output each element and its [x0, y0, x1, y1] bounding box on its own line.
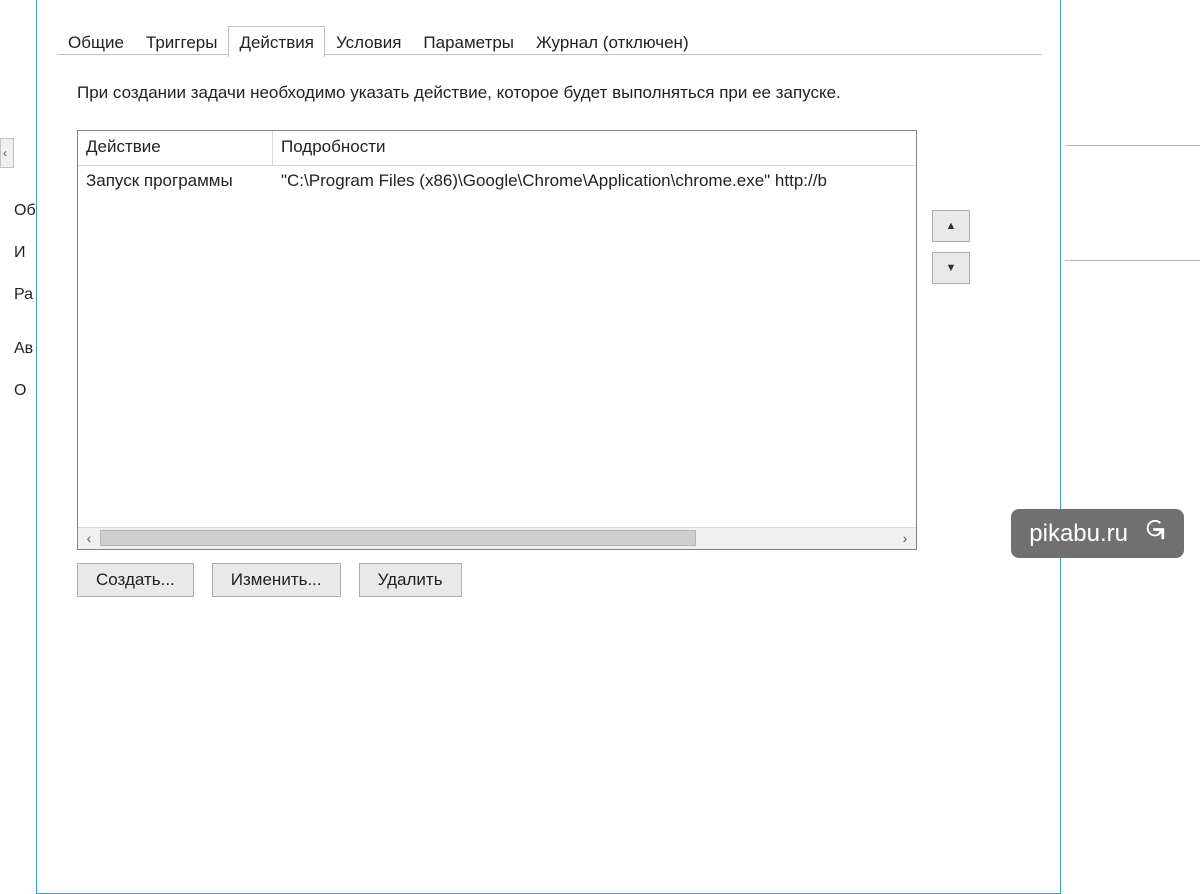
tab-general[interactable]: Общие	[57, 27, 135, 57]
tab-triggers[interactable]: Триггеры	[135, 27, 229, 57]
scroll-thumb[interactable]	[100, 530, 696, 546]
reorder-buttons: ▲ ▼	[932, 210, 972, 284]
actions-listbox[interactable]: Действие Подробности Запуск программы "C…	[77, 130, 917, 550]
cell-action: Запуск программы	[78, 166, 273, 198]
scroll-track[interactable]	[100, 528, 894, 550]
column-header-details[interactable]: Подробности	[273, 131, 916, 166]
action-buttons: Создать... Изменить... Удалить	[77, 563, 462, 597]
bg-divider	[1065, 260, 1200, 262]
tab-settings[interactable]: Параметры	[412, 27, 525, 57]
edit-button[interactable]: Изменить...	[212, 563, 341, 597]
move-up-button[interactable]: ▲	[932, 210, 970, 242]
bg-label: Об	[14, 190, 38, 232]
bg-label: Ра	[14, 274, 38, 316]
bg-scroll-left-icon[interactable]: ‹	[0, 138, 14, 168]
table-row[interactable]: Запуск программы "C:\Program Files (x86)…	[78, 166, 916, 198]
tab-strip: Общие Триггеры Действия Условия Параметр…	[57, 23, 700, 56]
actions-description: При создании задачи необходимо указать д…	[77, 83, 841, 103]
scroll-left-icon[interactable]: ‹	[78, 528, 100, 550]
move-down-button[interactable]: ▼	[932, 252, 970, 284]
tab-underline	[57, 54, 1042, 55]
horizontal-scrollbar[interactable]: ‹ ›	[78, 527, 916, 549]
tab-actions[interactable]: Действия	[228, 26, 324, 57]
bg-divider	[1065, 145, 1200, 147]
watermark-text: pikabu.ru	[1029, 520, 1128, 548]
list-header: Действие Подробности	[78, 131, 916, 166]
column-header-action[interactable]: Действие	[78, 131, 273, 166]
scroll-right-icon[interactable]: ›	[894, 528, 916, 550]
bg-label: Ав	[14, 328, 38, 370]
create-button[interactable]: Создать...	[77, 563, 194, 597]
bg-labels: Об И Ра Ав О	[14, 190, 38, 412]
delete-button[interactable]: Удалить	[359, 563, 462, 597]
cell-details: "C:\Program Files (x86)\Google\Chrome\Ap…	[273, 166, 916, 198]
refresh-icon	[1144, 517, 1166, 550]
task-properties-dialog: Общие Триггеры Действия Условия Параметр…	[36, 0, 1061, 894]
tab-conditions[interactable]: Условия	[325, 27, 412, 57]
bg-label: И	[14, 232, 38, 274]
tab-history[interactable]: Журнал (отключен)	[525, 27, 700, 57]
watermark-badge: pikabu.ru	[1011, 509, 1184, 558]
bg-label: О	[14, 370, 38, 412]
